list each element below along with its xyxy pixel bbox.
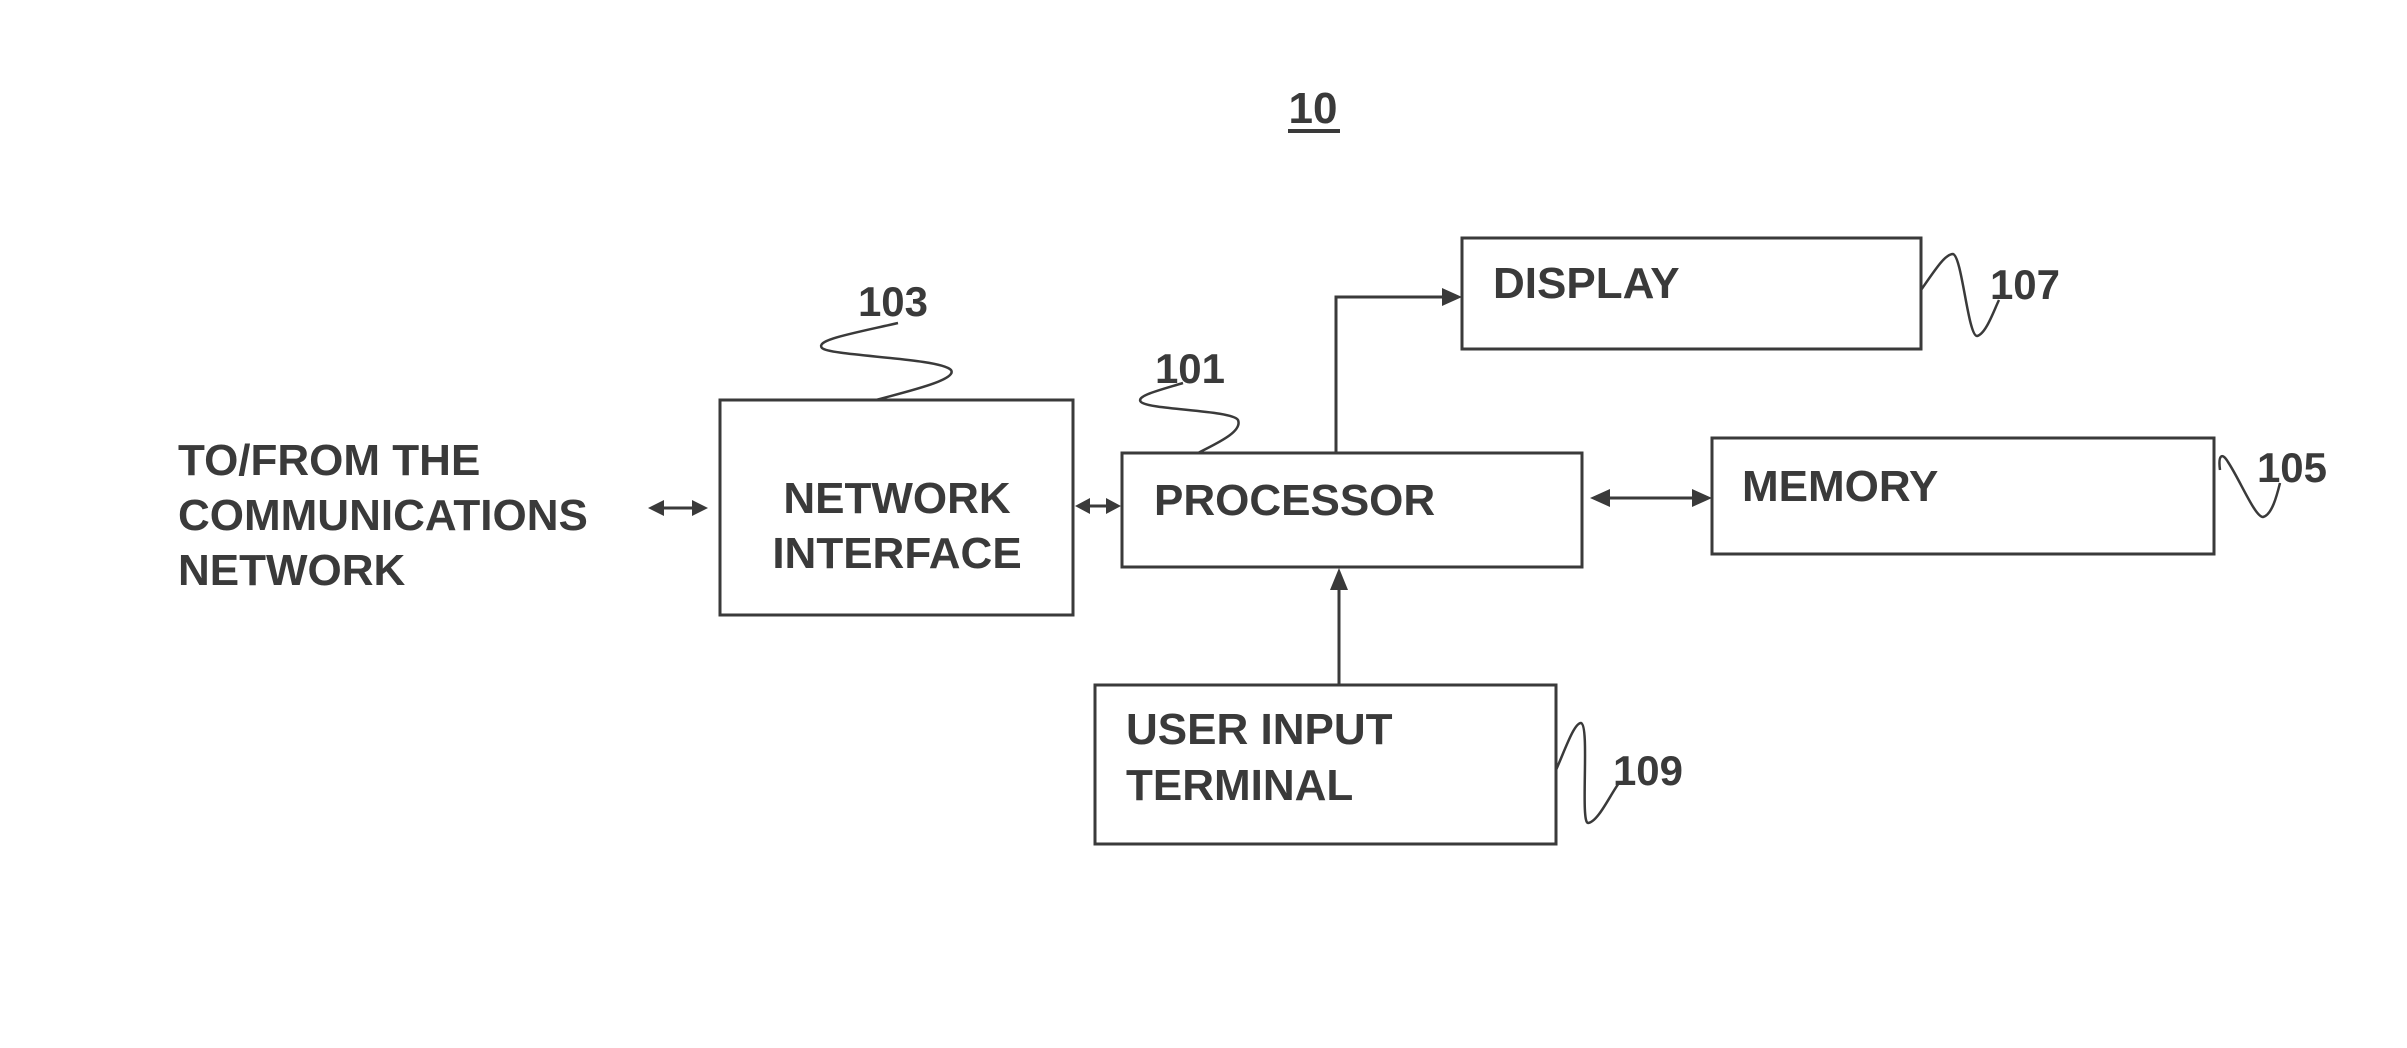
ref-label-107: 107 — [1990, 261, 2060, 308]
block-user-input-terminal: USER INPUT TERMINAL — [1093, 683, 1558, 846]
arrowhead-right-icon — [1106, 498, 1121, 514]
arrow-network-interface-processor — [1075, 498, 1121, 514]
arrowhead-right-icon — [692, 500, 708, 516]
leader-line-101 — [1138, 381, 1240, 455]
arrow-processor-memory — [1590, 489, 1712, 507]
display-label: DISPLAY — [1493, 259, 1680, 308]
arrowhead-left-icon — [1590, 489, 1610, 507]
arrowhead-up-icon — [1330, 568, 1348, 590]
processor-label: PROCESSOR — [1154, 476, 1435, 525]
network-interface-label-line-1: NETWORK — [783, 474, 1011, 523]
block-diagram: 10 TO/FROM THE COMMUNICATIONS NETWORK NE… — [178, 84, 2327, 846]
arrowhead-left-icon — [1075, 498, 1090, 514]
ref-label-105: 105 — [2257, 444, 2327, 491]
block-memory: MEMORY — [1710, 436, 2216, 556]
leader-line-107 — [1919, 252, 2001, 338]
arrowhead-right-icon — [1692, 489, 1712, 507]
arrowhead-left-icon — [648, 500, 664, 516]
block-processor: PROCESSOR — [1120, 451, 1584, 569]
user-input-terminal-label-line-2: TERMINAL — [1126, 761, 1353, 810]
external-network-label: TO/FROM THE COMMUNICATIONS NETWORK — [178, 436, 588, 595]
external-label-line-2: COMMUNICATIONS — [178, 491, 588, 540]
memory-label: MEMORY — [1742, 462, 1938, 511]
figure-number: 10 — [1289, 84, 1338, 133]
arrow-external-network-interface — [648, 500, 708, 516]
user-input-terminal-label-line-1: USER INPUT — [1126, 705, 1393, 754]
ref-label-109: 109 — [1613, 747, 1683, 794]
leader-line-109 — [1554, 721, 1621, 825]
arrow-processor-display — [1334, 288, 1462, 453]
ref-label-103: 103 — [858, 278, 928, 325]
ref-label-101: 101 — [1155, 345, 1225, 392]
network-interface-label-line-2: INTERFACE — [772, 529, 1021, 578]
external-label-line-1: TO/FROM THE — [178, 436, 480, 485]
external-label-line-3: NETWORK — [178, 546, 406, 595]
block-display: DISPLAY — [1460, 236, 1923, 351]
arrow-user-input-processor — [1330, 568, 1348, 685]
arrowhead-right-icon — [1442, 288, 1462, 306]
block-network-interface: NETWORK INTERFACE — [718, 398, 1075, 617]
leader-line-103 — [819, 321, 953, 402]
